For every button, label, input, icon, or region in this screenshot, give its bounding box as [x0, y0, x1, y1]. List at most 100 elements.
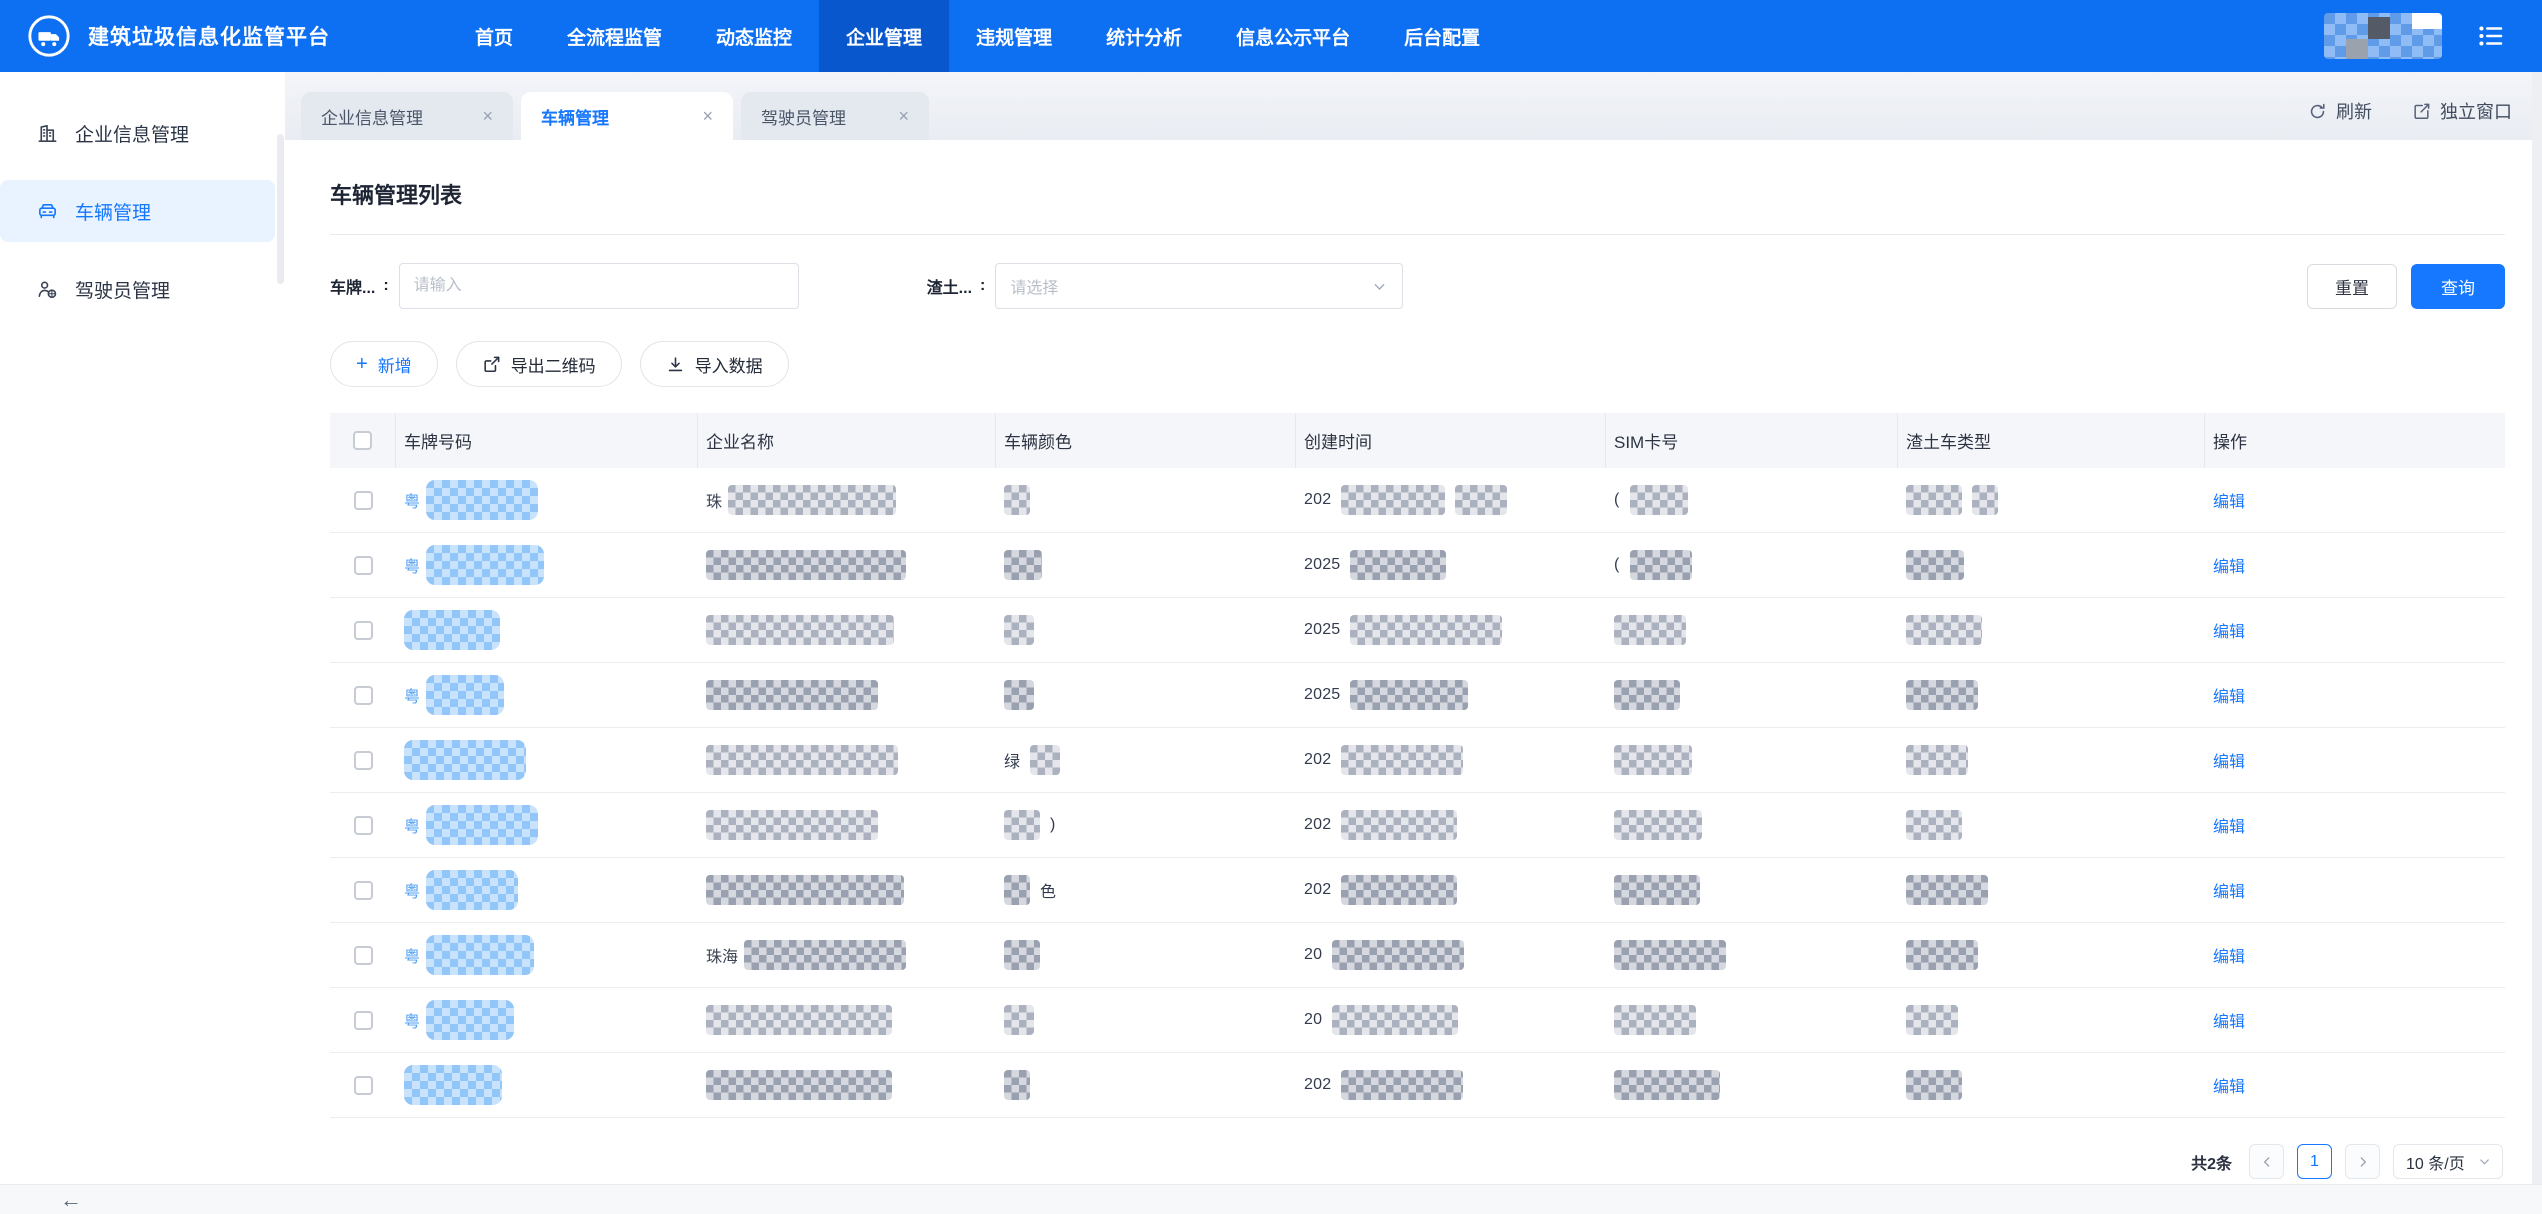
tab-label: 企业信息管理	[321, 104, 423, 129]
row-checkbox[interactable]	[354, 1011, 373, 1030]
row-checkbox[interactable]	[354, 491, 373, 510]
row-checkbox[interactable]	[354, 946, 373, 965]
redacted-sim-number	[1614, 615, 1686, 645]
col-sim-number: SIM卡号	[1606, 413, 1898, 468]
page-scrollbar[interactable]	[2532, 72, 2542, 1214]
redacted-vehicle-color	[1004, 615, 1034, 645]
close-icon[interactable]: ×	[482, 106, 493, 127]
redacted-plate-number	[426, 805, 538, 845]
add-button[interactable]: + 新增	[330, 341, 438, 387]
page-number-button[interactable]: 1	[2297, 1144, 2332, 1179]
import-data-button[interactable]: 导入数据	[640, 341, 789, 387]
edit-button[interactable]: 编辑	[2213, 1008, 2245, 1032]
table-row: 粤色202编辑	[330, 858, 2505, 923]
redacted-plate-number	[426, 545, 544, 585]
redacted-truck-type	[1906, 485, 1962, 515]
nav-item-enterprise[interactable]: 企业管理	[819, 0, 949, 72]
standalone-window-button[interactable]: 独立窗口	[2412, 98, 2512, 124]
row-checkbox[interactable]	[354, 751, 373, 770]
import-label: 导入数据	[695, 352, 763, 377]
redacted-truck-type	[1906, 1005, 1958, 1035]
sidebar-item-vehicles[interactable]: 车辆管理	[0, 180, 275, 242]
brand: 建筑垃圾信息化监管平台	[0, 13, 330, 59]
edit-button[interactable]: 编辑	[2213, 1073, 2245, 1097]
redacted-sim-number	[1614, 680, 1680, 710]
table-row: 绿202编辑	[330, 728, 2505, 793]
redacted-truck-type	[1972, 485, 1998, 515]
redacted-plate-number	[426, 870, 518, 910]
row-checkbox[interactable]	[354, 881, 373, 900]
truck-type-select[interactable]: 请选择	[995, 263, 1403, 309]
table-row: 粤珠202(编辑	[330, 468, 2505, 533]
topbar-right	[2324, 13, 2542, 59]
select-placeholder: 请选择	[1010, 274, 1058, 298]
close-icon[interactable]: ×	[898, 106, 909, 127]
search-button[interactable]: 查询	[2411, 264, 2505, 309]
edit-button[interactable]: 编辑	[2213, 943, 2245, 967]
plate-prefix-text: 粤	[404, 878, 420, 902]
user-avatar[interactable]	[2324, 13, 2442, 59]
export-icon	[482, 355, 501, 374]
list-menu-icon[interactable]	[2476, 21, 2506, 51]
redacted-sim-number	[1614, 875, 1700, 905]
row-checkbox[interactable]	[354, 1076, 373, 1095]
export-qrcode-button[interactable]: 导出二维码	[456, 341, 622, 387]
create-time-text: 202	[1304, 816, 1331, 834]
refresh-button[interactable]: 刷新	[2308, 98, 2372, 124]
redacted-vehicle-color	[1004, 680, 1034, 710]
redacted-vehicle-color	[1004, 1005, 1034, 1035]
redacted-sim-number	[1614, 1005, 1696, 1035]
redacted-plate-number	[426, 675, 504, 715]
redacted-sim-number	[1614, 1070, 1720, 1100]
redacted-vehicle-color	[1004, 875, 1030, 905]
color-text: 色	[1040, 878, 1056, 902]
redacted-plate-number	[404, 1065, 502, 1105]
row-checkbox[interactable]	[354, 556, 373, 575]
row-checkbox[interactable]	[354, 816, 373, 835]
nav-item-monitor[interactable]: 动态监控	[689, 0, 819, 72]
tab-drivers[interactable]: 驾驶员管理 ×	[741, 92, 929, 140]
edit-button[interactable]: 编辑	[2213, 618, 2245, 642]
row-checkbox[interactable]	[354, 621, 373, 640]
nav-item-home[interactable]: 首页	[448, 0, 540, 72]
redacted-truck-type	[1906, 875, 1988, 905]
edit-button[interactable]: 编辑	[2213, 813, 2245, 837]
main-area: 企业信息管理 × 车辆管理 × 驾驶员管理 ×	[285, 72, 2542, 1214]
page-size-select[interactable]: 10 条/页	[2393, 1144, 2503, 1179]
redacted-vehicle-color	[1004, 1070, 1030, 1100]
sidebar-item-enterprise-info[interactable]: 企业信息管理	[0, 102, 285, 164]
reset-button[interactable]: 重置	[2307, 264, 2397, 309]
top-navbar: 建筑垃圾信息化监管平台 首页 全流程监管 动态监控 企业管理 违规管理 统计分析…	[0, 0, 2542, 72]
nav-item-backend[interactable]: 后台配置	[1377, 0, 1507, 72]
edit-button[interactable]: 编辑	[2213, 748, 2245, 772]
redacted-create-time	[1350, 550, 1446, 580]
nav-item-process[interactable]: 全流程监管	[540, 0, 689, 72]
sidebar-item-drivers[interactable]: 驾驶员管理	[0, 258, 285, 320]
prev-page-button[interactable]	[2249, 1144, 2284, 1179]
create-time-text: 2025	[1304, 686, 1340, 704]
back-arrow-icon[interactable]: ←	[60, 1189, 82, 1211]
row-checkbox[interactable]	[354, 686, 373, 705]
edit-button[interactable]: 编辑	[2213, 488, 2245, 512]
edit-button[interactable]: 编辑	[2213, 683, 2245, 707]
chevron-right-icon	[2355, 1154, 2371, 1170]
next-page-button[interactable]	[2345, 1144, 2380, 1179]
redacted-vehicle-color	[1030, 745, 1060, 775]
divider	[330, 234, 2505, 235]
nav-item-statistics[interactable]: 统计分析	[1079, 0, 1209, 72]
nav-item-public[interactable]: 信息公示平台	[1209, 0, 1377, 72]
redacted-sim-number	[1614, 940, 1726, 970]
close-icon[interactable]: ×	[702, 106, 713, 127]
tab-enterprise-info[interactable]: 企业信息管理 ×	[301, 92, 513, 140]
refresh-icon	[2308, 102, 2327, 121]
plate-search-input[interactable]	[399, 263, 799, 309]
page-content: 车辆管理列表 车牌... : 渣土... : 请选择	[285, 140, 2542, 1214]
edit-button[interactable]: 编辑	[2213, 553, 2245, 577]
tab-vehicles[interactable]: 车辆管理 ×	[521, 92, 733, 140]
nav-item-violation[interactable]: 违规管理	[949, 0, 1079, 72]
sidebar-scrollbar[interactable]	[277, 134, 284, 284]
page-size-value: 10 条/页	[2406, 1150, 2465, 1174]
edit-button[interactable]: 编辑	[2213, 878, 2245, 902]
select-all-checkbox[interactable]	[353, 431, 372, 450]
plate-prefix-text: 粤	[404, 813, 420, 837]
